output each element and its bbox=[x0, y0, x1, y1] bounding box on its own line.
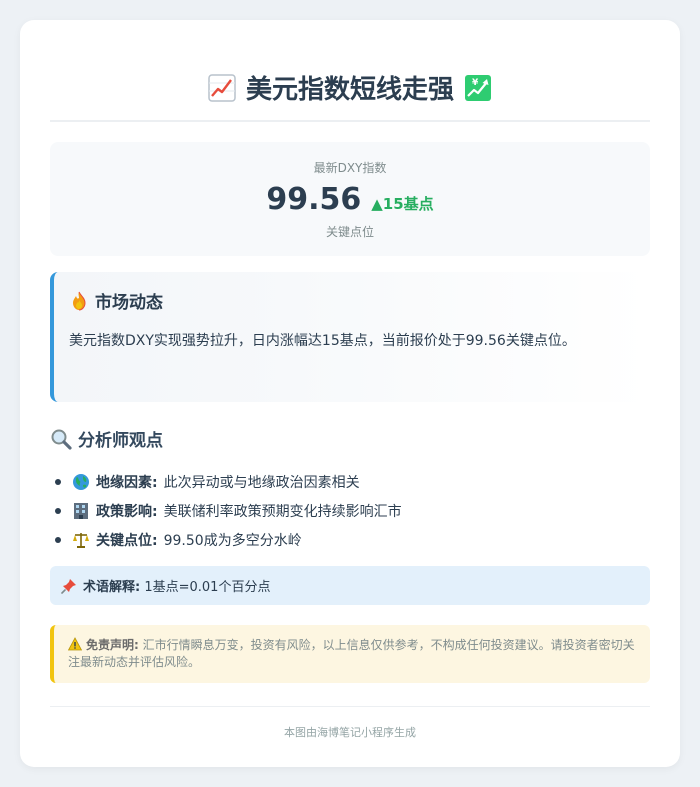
term-title: 术语解释: bbox=[83, 580, 141, 595]
page-title: 美元指数短线走强 ¥ bbox=[208, 69, 492, 106]
scales-icon bbox=[72, 531, 90, 549]
list-item-text: 美联储利率政策预期变化持续影响汇市 bbox=[163, 503, 402, 520]
bullet bbox=[55, 507, 61, 514]
term-explanation: 术语解释: 1基点=0.01个百分点 bbox=[50, 566, 650, 605]
index-label: 最新DXY指数 bbox=[313, 161, 387, 175]
magnifier-icon bbox=[50, 428, 72, 450]
index-sublabel: 关键点位 bbox=[325, 225, 374, 239]
header: 美元指数短线走强 ¥ bbox=[50, 20, 650, 122]
analyst-section: 分析师观点 地缘因素: 此次异动或与地缘政治因素相关 政策影响: 美联储利率政策… bbox=[50, 426, 650, 554]
list-item-text: 此次异动或与地缘政治因素相关 bbox=[163, 474, 360, 491]
warning-icon bbox=[68, 637, 82, 651]
list-item: 政策影响: 美联储利率政策预期变化持续影响汇市 bbox=[50, 496, 650, 525]
disclaimer-title: 免责声明: bbox=[86, 638, 139, 652]
analyst-heading: 分析师观点 bbox=[50, 426, 650, 451]
market-heading: 市场动态 bbox=[69, 288, 620, 313]
index-row: 99.56 ▲15基点 bbox=[50, 182, 650, 217]
disclaimer-box: 免责声明: 汇市行情瞬息万变，投资有风险，以上信息仅供参考，不构成任何投资建议。… bbox=[50, 625, 650, 683]
term-text: 1基点=0.01个百分点 bbox=[140, 580, 271, 595]
index-value: 99.56 bbox=[266, 182, 362, 217]
globe-icon bbox=[72, 473, 90, 491]
bullet bbox=[55, 478, 61, 485]
svg-text:¥: ¥ bbox=[472, 78, 479, 88]
list-item-title: 地缘因素: bbox=[96, 474, 158, 491]
analyst-list: 地缘因素: 此次异动或与地缘政治因素相关 政策影响: 美联储利率政策预期变化持续… bbox=[50, 467, 650, 554]
list-item: 关键点位: 99.50成为多空分水岭 bbox=[50, 525, 650, 554]
bullet bbox=[55, 536, 61, 543]
report-card: 美元指数短线走强 ¥ 最新DXY指数 99.56 ▲15基点 关键点位 市场动态… bbox=[20, 20, 680, 767]
chart-up-icon bbox=[208, 73, 236, 102]
index-change-badge: ▲15基点 bbox=[371, 195, 434, 213]
market-dynamics-section: 市场动态 美元指数DXY实现强势拉升，日内涨幅达15基点，当前报价处于99.56… bbox=[50, 272, 650, 402]
office-building-icon bbox=[72, 502, 90, 520]
chart-yen-up-icon: ¥ bbox=[464, 74, 492, 102]
list-item-text: 99.50成为多空分水岭 bbox=[163, 532, 302, 549]
market-title: 市场动态 bbox=[95, 293, 163, 313]
list-item-title: 关键点位: bbox=[96, 532, 158, 549]
footer-text: 本图由海博笔记小程序生成 bbox=[284, 726, 416, 739]
dxy-index-panel: 最新DXY指数 99.56 ▲15基点 关键点位 bbox=[50, 142, 650, 256]
fire-icon bbox=[69, 291, 89, 311]
footer: 本图由海博笔记小程序生成 bbox=[50, 706, 650, 740]
disclaimer-text: 汇市行情瞬息万变，投资有风险，以上信息仅供参考，不构成任何投资建议。请投资者密切… bbox=[68, 638, 635, 669]
market-text: 美元指数DXY实现强势拉升，日内涨幅达15基点，当前报价处于99.56关键点位。 bbox=[69, 333, 576, 349]
pushpin-icon bbox=[61, 578, 77, 594]
page-title-text: 美元指数短线走强 bbox=[245, 75, 454, 105]
list-item: 地缘因素: 此次异动或与地缘政治因素相关 bbox=[50, 467, 650, 496]
list-item-title: 政策影响: bbox=[96, 503, 158, 520]
analyst-title: 分析师观点 bbox=[78, 431, 163, 451]
